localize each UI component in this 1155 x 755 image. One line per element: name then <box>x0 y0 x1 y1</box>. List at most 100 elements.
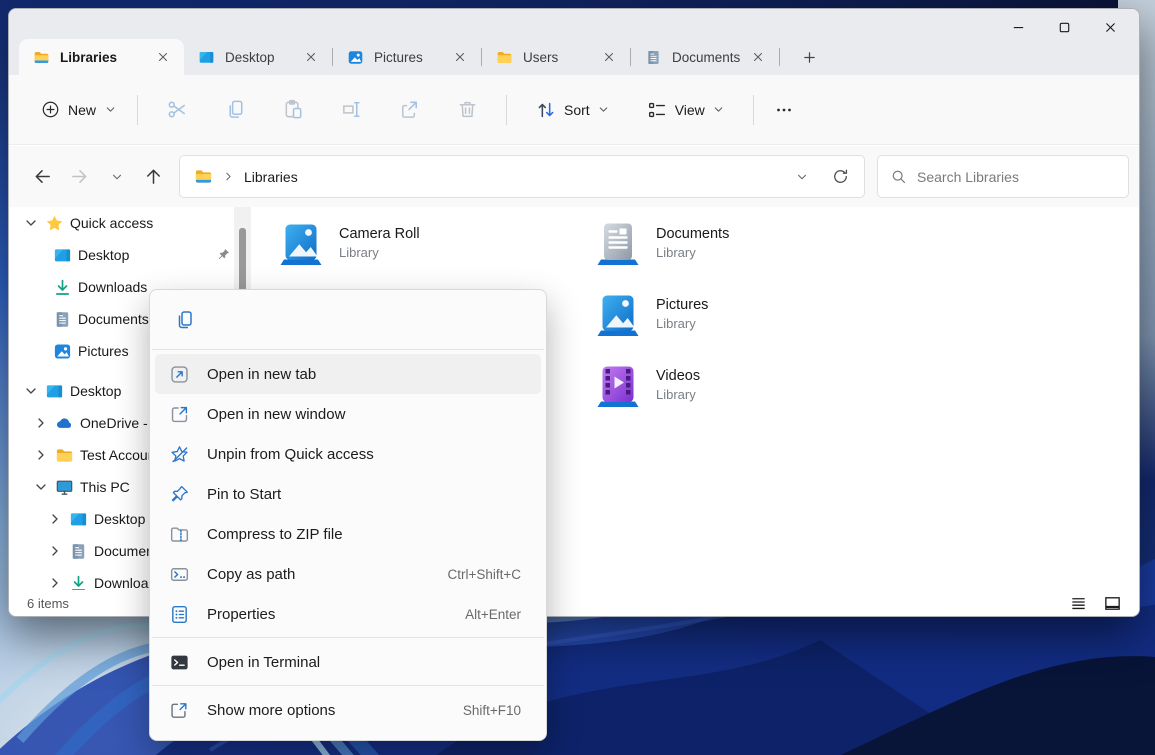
pictures-icon <box>347 49 364 66</box>
view-button[interactable]: View <box>636 91 735 129</box>
address-row: Libraries <box>9 146 1139 207</box>
document-icon <box>53 310 72 329</box>
file-item-documents[interactable]: Documents Library <box>594 219 729 267</box>
new-button[interactable]: New <box>31 92 127 127</box>
chevron-right-icon[interactable] <box>33 447 49 463</box>
up-button[interactable] <box>136 160 171 194</box>
tab-close-icon[interactable] <box>152 46 174 68</box>
desktop-icon <box>69 510 88 529</box>
menu-item-open-in-terminal[interactable]: Open in Terminal <box>155 642 541 682</box>
rename-button[interactable] <box>329 90 373 130</box>
onedrive-cloud-icon <box>55 414 74 433</box>
tab-close-icon[interactable] <box>449 46 471 68</box>
close-button[interactable] <box>1087 11 1133 43</box>
maximize-button[interactable] <box>1041 11 1087 43</box>
chevron-right-icon[interactable] <box>33 415 49 431</box>
menu-item-show-more-options[interactable]: Show more options Shift+F10 <box>155 690 541 730</box>
new-button-label: New <box>68 102 96 118</box>
back-button[interactable] <box>25 160 60 194</box>
tab-close-icon[interactable] <box>598 46 620 68</box>
breadcrumb-location[interactable]: Libraries <box>244 169 298 185</box>
tab-bar: Libraries Desktop Pictures Users <box>19 39 824 75</box>
menu-item-shortcut: Alt+Enter <box>465 607 521 622</box>
arrow-right-icon <box>70 167 89 186</box>
file-item-videos[interactable]: Videos Library <box>594 361 700 409</box>
sort-button[interactable]: Sort <box>525 91 620 129</box>
menu-item-open-in-new-tab[interactable]: Open in new tab <box>155 354 541 394</box>
recent-locations-button[interactable] <box>99 160 134 194</box>
tab-users[interactable]: Users <box>482 39 630 75</box>
zip-folder-icon <box>169 524 190 545</box>
tab-desktop[interactable]: Desktop <box>184 39 332 75</box>
tab-close-icon[interactable] <box>300 46 322 68</box>
delete-button[interactable] <box>445 90 489 130</box>
tab-libraries[interactable]: Libraries <box>19 39 184 75</box>
address-bar[interactable]: Libraries <box>179 155 865 198</box>
paste-button[interactable] <box>271 90 315 130</box>
sort-icon <box>535 99 557 121</box>
tab-label: Documents <box>672 50 743 65</box>
menu-item-label: Copy as path <box>207 566 430 583</box>
chevron-down-icon[interactable] <box>33 479 49 495</box>
tab-pictures[interactable]: Pictures <box>333 39 481 75</box>
file-item-pictures[interactable]: Pictures Library <box>594 290 708 338</box>
tab-close-icon[interactable] <box>747 46 769 68</box>
toolbar-divider <box>506 95 507 125</box>
properties-icon <box>169 604 190 625</box>
share-button[interactable] <box>387 90 431 130</box>
refresh-button[interactable] <box>824 161 856 193</box>
search-box[interactable] <box>877 155 1129 198</box>
ellipsis-icon <box>773 99 795 121</box>
file-name: Pictures <box>656 295 708 315</box>
menu-item-open-in-new-window[interactable]: Open in new window <box>155 394 541 434</box>
menu-item-label: Compress to ZIP file <box>207 526 527 543</box>
copy-as-path-icon <box>169 564 190 585</box>
copy-button[interactable] <box>213 90 257 130</box>
libraries-folder-icon <box>33 49 50 66</box>
chevron-down-icon <box>795 170 809 184</box>
cut-button[interactable] <box>155 90 199 130</box>
chevron-right-icon[interactable] <box>47 575 63 590</box>
file-type: Library <box>339 244 420 262</box>
plus-icon <box>802 50 817 65</box>
open-in-new-window-icon <box>169 404 190 425</box>
large-thumbnails-view-button[interactable] <box>1099 592 1125 614</box>
share-icon <box>398 98 421 121</box>
menu-item-label: Properties <box>207 606 448 623</box>
view-toggles <box>1065 592 1125 614</box>
file-item-camera-roll[interactable]: Camera Roll Library <box>277 219 420 267</box>
arrow-left-icon <box>33 167 52 186</box>
sidebar-item-label: This PC <box>80 479 130 495</box>
chevron-right-icon[interactable] <box>47 543 63 559</box>
minimize-button[interactable] <box>995 11 1041 43</box>
chevron-right-icon[interactable] <box>47 511 63 527</box>
menu-item-compress-to-zip[interactable]: Compress to ZIP file <box>155 514 541 554</box>
address-dropdown-button[interactable] <box>786 161 818 193</box>
copy-button[interactable] <box>167 302 203 338</box>
chevron-down-icon <box>712 103 725 116</box>
pin-icon <box>169 484 190 505</box>
details-view-button[interactable] <box>1065 592 1091 614</box>
new-tab-button[interactable] <box>794 42 824 72</box>
download-icon <box>69 574 88 591</box>
forward-button[interactable] <box>62 160 97 194</box>
menu-item-unpin-from-quick-access[interactable]: Unpin from Quick access <box>155 434 541 474</box>
menu-item-properties[interactable]: Properties Alt+Enter <box>155 594 541 634</box>
chevron-down-icon <box>597 103 610 116</box>
chevron-down-icon <box>110 170 124 184</box>
tab-documents[interactable]: Documents <box>631 39 779 75</box>
file-name: Documents <box>656 224 729 244</box>
chevron-down-icon[interactable] <box>23 215 39 231</box>
maximize-icon <box>1057 20 1072 35</box>
navigation-buttons <box>9 160 171 194</box>
see-more-button[interactable] <box>764 90 804 130</box>
menu-item-pin-to-start[interactable]: Pin to Start <box>155 474 541 514</box>
search-input[interactable] <box>917 169 1116 185</box>
desktop-icon <box>198 49 215 66</box>
toolbar-divider <box>753 95 754 125</box>
sidebar-item-label: Desktop <box>94 511 145 527</box>
menu-item-copy-as-path[interactable]: Copy as path Ctrl+Shift+C <box>155 554 541 594</box>
sidebar-item-quick-access[interactable]: Quick access <box>9 207 253 239</box>
chevron-down-icon[interactable] <box>23 383 39 399</box>
tab-label: Desktop <box>225 50 296 65</box>
